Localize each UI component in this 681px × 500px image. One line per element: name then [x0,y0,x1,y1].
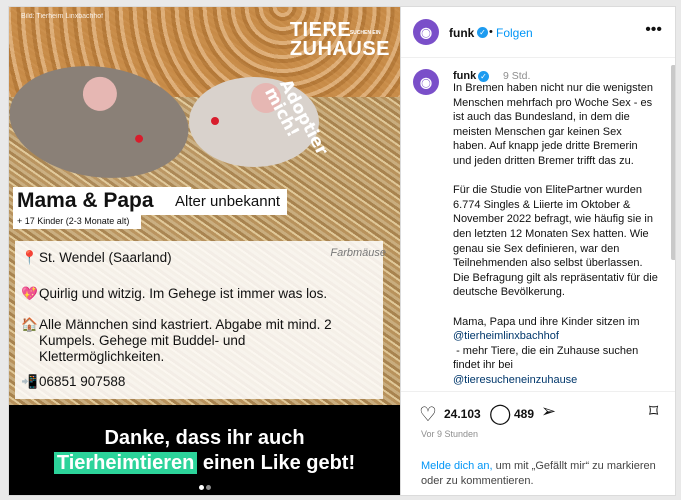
pet-name: Mama & Papa [17,189,154,212]
phone-text: 06851 907588 [39,374,126,389]
mouse-ear [80,74,120,114]
caption-para3b: - mehr Tiere, die ein Zuhause suchen fin… [453,344,642,372]
brand-small: SUCHEN EIN [349,30,381,36]
home-row-2: Kumpels. Gehege mit Buddel- und [39,333,246,348]
location-row: 📍St. Wendel (Saarland) [21,250,172,266]
home-row-3: Klettermöglichkeiten. [39,349,165,364]
like-count: 24.103 [444,407,481,421]
caption-scrollbar[interactable] [671,65,675,260]
more-options-icon[interactable]: ••• [645,21,662,39]
heart-icon: 💖 [21,286,38,301]
comment-icon[interactable]: ◯ [489,401,511,426]
mouse-eye [134,134,144,144]
pin-icon: 📍 [21,250,38,265]
trait-row: 💖Quirlig und witzig. Im Gehege ist immer… [21,286,327,302]
header-username[interactable]: funk [449,26,474,40]
pet-age: Alter unbekannt [175,193,281,210]
login-prompt: Melde dich an, um mit „Gefällt mir“ zu m… [421,459,671,489]
home-row: 🏠Alle Männchen sind kastriert. Abgabe mi… [21,317,332,333]
mention-tieresucheneinzuhause[interactable]: @tieresucheneinzuhause [453,373,658,387]
mention-tierheimlinxbachhof[interactable]: @tierheimlinxbachhof [453,329,658,344]
caption-para2: Für die Studie von ElitePartner wurden 6… [453,184,661,299]
post-sidebar: ◉ funk ✓ • Folgen ••• ◉ funk ✓ 9 Std. In… [400,7,675,495]
post-frame: Bild: Tierheim Linxbachhof TIERE SUCHEN … [8,6,676,496]
brand-line2: ZUHAUSE [289,38,390,60]
thanks-line2: Tierheimtieren einen Like gebt! [9,452,400,475]
share-icon[interactable]: ➢ [541,401,556,422]
save-icon[interactable]: ⌑ [649,401,658,422]
thanks-line1: Danke, dass ihr auch [104,427,305,449]
mouse-eye [211,117,219,125]
comment-count: 489 [514,407,535,421]
caption-avatar[interactable]: ◉ [413,69,439,95]
verified-icon: ✓ [477,27,488,38]
house-icon: 🏠 [21,317,38,332]
carousel-dot[interactable] [206,485,211,490]
caption-area: ◉ funk ✓ 9 Std. In Bremen haben nicht nu… [401,57,663,387]
carousel-dot-active[interactable] [199,485,204,490]
trait-text: Quirlig und witzig. Im Gehege ist immer … [39,286,328,301]
caption-text: In Bremen haben nicht nur die wenigsten … [453,81,658,387]
like-icon[interactable]: ♡ [419,402,437,427]
home-text-1: Alle Männchen sind kastriert. Abgabe mit… [39,317,332,332]
posted-time: Vor 9 Stunden [421,429,479,439]
funk-avatar[interactable]: ◉ [413,19,439,45]
location-text: St. Wendel (Saarland) [39,250,172,265]
brand-logo: TIERE SUCHEN EIN ZUHAUSE [289,20,390,60]
action-bar: ♡ 24.103 ◯ 489 ➢ ⌑ Vor 9 Stunden [401,391,675,452]
pet-kids: + 17 Kinder (2-3 Monate alt) [17,216,130,226]
caption-para1: In Bremen haben nicht nur die wenigsten … [453,82,657,167]
thanks-highlight: Tierheimtieren [53,452,198,474]
post-media[interactable]: Bild: Tierheim Linxbachhof TIERE SUCHEN … [9,7,400,495]
pet-breed: Farbmäuse [330,247,386,259]
phone-row: 📲06851 907588 [21,374,125,390]
follow-button[interactable]: Folgen [496,26,533,40]
photo-credit: Bild: Tierheim Linxbachhof [21,13,104,20]
post-header: ◉ funk ✓ • Folgen ••• [401,7,675,58]
phone-icon: 📲 [21,374,38,389]
caption-para3: Mama, Papa und ihre Kinder sitzen im [453,315,640,328]
login-link[interactable]: Melde dich an, [421,460,493,472]
thanks-rest: einen Like gebt! [197,452,356,474]
carousel-dots[interactable] [198,477,212,495]
header-separator: • [489,26,493,38]
